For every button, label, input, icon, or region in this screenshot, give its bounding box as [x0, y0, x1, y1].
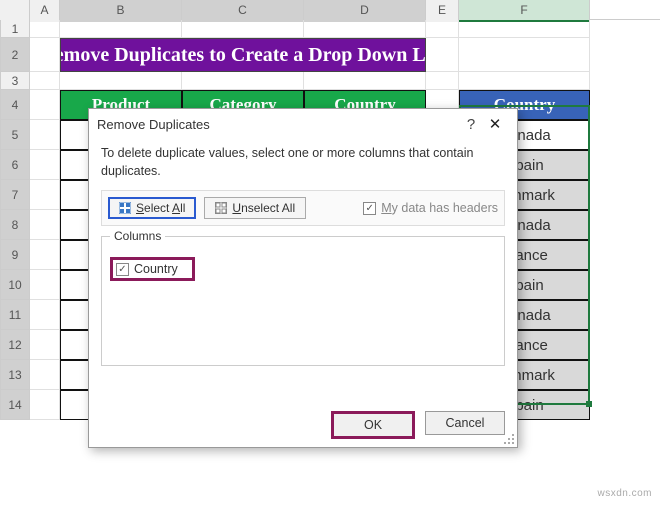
checkbox-icon: ✓ — [363, 202, 376, 215]
my-data-has-headers-label: My data has headers — [381, 201, 498, 215]
row-header[interactable]: 3 — [0, 72, 30, 90]
select-all-cell[interactable] — [0, 0, 30, 22]
unselect-all-label: Unselect All — [232, 201, 295, 215]
column-item-label: Country — [134, 262, 178, 276]
row-header[interactable]: 4 — [0, 90, 30, 120]
row-header[interactable]: 10 — [0, 270, 30, 300]
col-header-a[interactable]: A — [30, 0, 60, 22]
unselect-all-button[interactable]: Unselect All — [204, 197, 306, 219]
col-header-c[interactable]: C — [182, 0, 304, 22]
row-header[interactable]: 9 — [0, 240, 30, 270]
checkbox-icon: ✓ — [116, 263, 129, 276]
col-header-b[interactable]: B — [60, 0, 182, 22]
dialog-title: Remove Duplicates — [97, 117, 461, 132]
dialog-titlebar[interactable]: Remove Duplicates ? ✕ — [89, 109, 517, 139]
row-header[interactable]: 7 — [0, 180, 30, 210]
row-header[interactable]: 12 — [0, 330, 30, 360]
row-header[interactable]: 6 — [0, 150, 30, 180]
my-data-has-headers-checkbox[interactable]: ✓ My data has headers — [363, 201, 498, 215]
col-header-e[interactable]: E — [426, 0, 459, 22]
remove-duplicates-dialog: Remove Duplicates ? ✕ To delete duplicat… — [88, 108, 518, 448]
unselect-all-icon — [215, 202, 227, 214]
watermark: wsxdn.com — [597, 488, 652, 499]
col-header-f[interactable]: F — [459, 0, 590, 22]
row-header[interactable]: 14 — [0, 390, 30, 420]
row-header[interactable]: 11 — [0, 300, 30, 330]
ok-button[interactable]: OK — [331, 411, 415, 439]
row-header[interactable]: 1 — [0, 20, 30, 38]
row-header[interactable]: 5 — [0, 120, 30, 150]
col-header-d[interactable]: D — [304, 0, 426, 22]
help-button[interactable]: ? — [461, 116, 481, 133]
select-all-button[interactable]: Select All — [108, 197, 196, 219]
dialog-instruction: To delete duplicate values, select one o… — [101, 145, 505, 180]
resize-grip-icon[interactable] — [503, 433, 515, 445]
row-header[interactable]: 13 — [0, 360, 30, 390]
close-button[interactable]: ✕ — [481, 115, 509, 133]
cancel-button[interactable]: Cancel — [425, 411, 505, 435]
select-all-label: Select All — [136, 201, 185, 215]
column-headers: A B C D E F — [0, 0, 660, 20]
row-header[interactable]: 2 — [0, 38, 30, 72]
columns-listbox[interactable]: Columns ✓ Country — [101, 236, 505, 366]
row-header[interactable]: 8 — [0, 210, 30, 240]
page-title: Remove Duplicates to Create a Drop Down … — [60, 38, 426, 72]
select-all-icon — [119, 202, 131, 214]
column-item-country[interactable]: ✓ Country — [110, 257, 195, 281]
columns-group-label: Columns — [110, 229, 165, 243]
